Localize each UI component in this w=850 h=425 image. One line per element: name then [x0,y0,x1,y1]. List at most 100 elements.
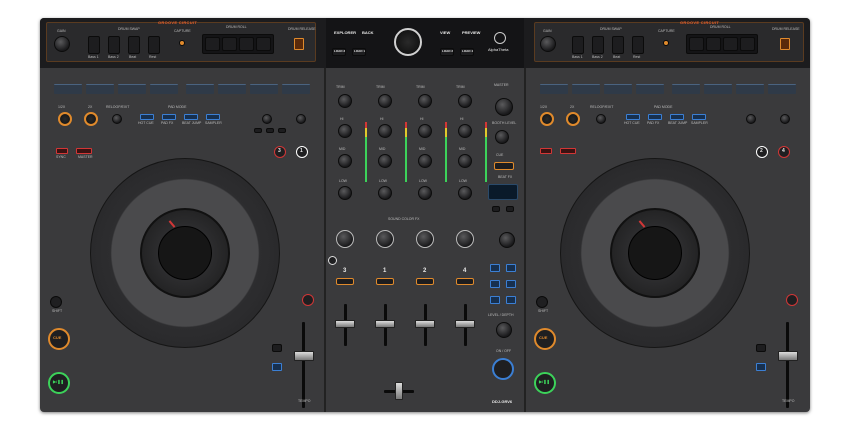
left-perf-pad-1[interactable] [54,84,82,94]
beat-fx-on-off-button[interactable] [492,358,514,380]
left-small-btn-1[interactable] [254,128,262,133]
right-capture-knob[interactable] [663,40,669,46]
left-beat-jump-button[interactable] [184,114,198,120]
beat-fx-left[interactable] [492,206,500,212]
right-shift-button[interactable] [536,296,548,308]
right-beat-jump-button[interactable] [670,114,684,120]
left-small-btn-2[interactable] [266,128,274,133]
ch1-cfx-knob[interactable] [376,230,394,248]
fx-ch-btn-5[interactable] [490,296,500,304]
ch4-cfx-knob[interactable] [456,230,474,248]
right-gain-knob[interactable] [540,36,556,52]
right-hot-cue-button[interactable] [626,114,640,120]
right-master-button[interactable] [560,148,576,154]
ch2-fader[interactable] [415,320,435,328]
left-roll-pad-2[interactable] [222,37,237,51]
ch3-low-knob[interactable] [338,186,352,200]
ch2-mid-knob[interactable] [418,154,432,168]
left-roll-pad-1[interactable] [205,37,220,51]
ch3-fader[interactable] [335,320,355,328]
right-perf-pad-6[interactable] [704,84,732,94]
right-drum-pad-1[interactable] [572,36,584,54]
right-master-tempo-button[interactable] [786,294,798,306]
right-drum-pad-2[interactable] [592,36,604,54]
master-cue-button[interactable] [494,162,514,170]
ch4-low-knob[interactable] [458,186,472,200]
left-reloop-button[interactable] [112,114,122,124]
ch2-cfx-knob[interactable] [416,230,434,248]
left-gain-knob[interactable] [54,36,70,52]
fx-ch-btn-2[interactable] [506,264,516,272]
left-drum-release-button[interactable] [294,38,304,50]
right-perf-pad-3[interactable] [604,84,632,94]
fx-ch-btn-1[interactable] [490,264,500,272]
ch2-trim-knob[interactable] [418,94,432,108]
left-loop-half-knob[interactable] [58,112,72,126]
right-roll-pad-4[interactable] [740,37,755,51]
booth-level-knob[interactable] [495,130,509,144]
left-drum-pad-2[interactable] [108,36,120,54]
right-perf-pad-5[interactable] [672,84,700,94]
left-master-tempo-button[interactable] [302,294,314,306]
left-perf-pad-2[interactable] [86,84,114,94]
left-perf-pad-3[interactable] [118,84,146,94]
left-capture-knob[interactable] [179,40,185,46]
right-drum-pad-3[interactable] [612,36,624,54]
right-roll-pad-2[interactable] [706,37,721,51]
left-cfx-knob[interactable] [262,114,272,124]
right-sync-button[interactable] [540,148,552,154]
ch4-trim-knob[interactable] [458,94,472,108]
crossfader[interactable] [395,382,403,400]
right-reloop-button[interactable] [596,114,606,124]
left-roll-pad-3[interactable] [239,37,254,51]
right-pad-fx-button[interactable] [648,114,662,120]
ch4-cue-button[interactable] [456,278,474,285]
right-perf-pad-4[interactable] [636,84,664,94]
left-pad-fx-button[interactable] [162,114,176,120]
right-sampler-button[interactable] [692,114,706,120]
left-drum-pad-4[interactable] [148,36,160,54]
ch1-mid-knob[interactable] [378,154,392,168]
right-key-sync-btn[interactable] [756,363,766,371]
left-perf-pad-8[interactable] [282,84,310,94]
ch4-mid-knob[interactable] [458,154,472,168]
left-memory-knob[interactable] [296,114,306,124]
left-master-button[interactable] [76,148,92,154]
ch2-cue-button[interactable] [416,278,434,285]
ch4-hi-knob[interactable] [458,124,472,138]
left-roll-pad-4[interactable] [256,37,271,51]
right-drum-release-button[interactable] [780,38,790,50]
left-perf-pad-7[interactable] [250,84,278,94]
beat-fx-right[interactable] [506,206,514,212]
left-sync-button[interactable] [56,148,68,154]
right-perf-pad-7[interactable] [736,84,764,94]
master-level-knob[interactable] [495,98,513,116]
ch2-hi-knob[interactable] [418,124,432,138]
left-small-btn-3[interactable] [278,128,286,133]
back-tab[interactable]: BACK [362,31,374,35]
left-perf-pad-4[interactable] [150,84,178,94]
left-drum-pad-3[interactable] [128,36,140,54]
fx-ch-btn-3[interactable] [490,280,500,288]
ch3-cue-button[interactable] [336,278,354,285]
left-drum-pad-1[interactable] [88,36,100,54]
ch2-low-knob[interactable] [418,186,432,200]
right-roll-pad-3[interactable] [723,37,738,51]
beat-fx-select-knob[interactable] [499,232,515,248]
ch1-fader[interactable] [375,320,395,328]
explorer-tab[interactable]: EXPLORER [334,31,356,35]
fx-ch-btn-6[interactable] [506,296,516,304]
left-hot-cue-button[interactable] [140,114,154,120]
left-perf-pad-5[interactable] [186,84,214,94]
ch1-cue-button[interactable] [376,278,394,285]
ch1-low-knob[interactable] [378,186,392,200]
browse-rotary[interactable] [394,28,422,56]
view-tab[interactable]: VIEW [440,31,450,35]
right-memory-knob[interactable] [780,114,790,124]
preview-tab[interactable]: PREVIEW [462,31,480,35]
left-tempo-fader[interactable] [294,351,314,361]
right-roll-pad-1[interactable] [689,37,704,51]
left-tempo-range-btn[interactable] [272,344,282,352]
ch3-mid-knob[interactable] [338,154,352,168]
right-cfx-knob[interactable] [746,114,756,124]
